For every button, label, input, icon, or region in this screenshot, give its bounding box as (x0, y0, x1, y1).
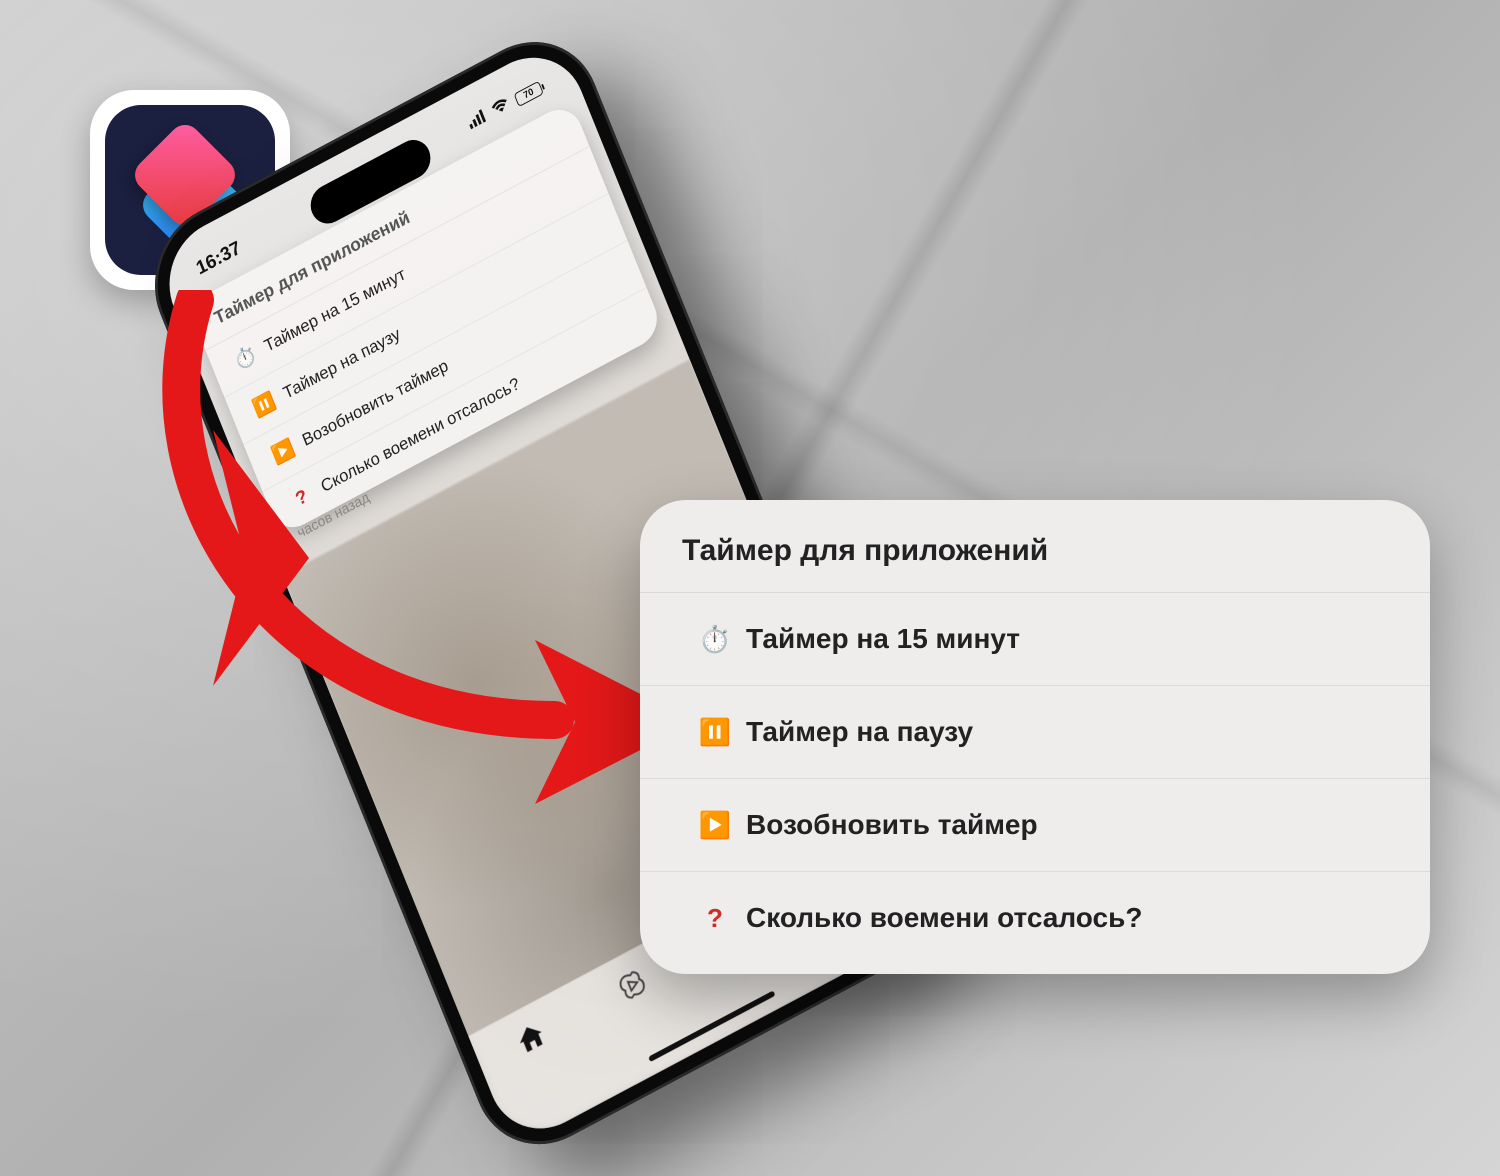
callout-item[interactable]: ⏸️ Таймер на паузу (640, 686, 1430, 779)
callout-item[interactable]: ? Сколько воемени отсалось? (640, 872, 1430, 974)
pause-icon: ⏸️ (248, 388, 280, 422)
question-icon: ? (698, 903, 732, 934)
tab-shorts[interactable] (615, 965, 653, 1011)
stopwatch-icon: ⏱️ (229, 341, 261, 375)
callout-item-label: Возобновить таймер (746, 809, 1038, 841)
callout-item[interactable]: ▶️ Возобновить таймер (640, 779, 1430, 872)
question-icon: ? (286, 482, 317, 514)
wifi-icon (489, 95, 512, 120)
callout-item-label: Таймер на паузу (746, 716, 973, 748)
battery-level: 70 (522, 86, 535, 101)
callout-item-label: Таймер на 15 минут (746, 623, 1020, 655)
signal-icon (466, 108, 489, 133)
play-icon: ▶️ (698, 810, 732, 841)
callout-item[interactable]: ⏱️ Таймер на 15 минут (640, 593, 1430, 686)
battery-icon: 70 (513, 80, 543, 106)
tab-home[interactable] (513, 1019, 550, 1063)
status-time: 16:37 (193, 237, 244, 280)
callout-item-label: Сколько воемени отсалось? (746, 902, 1142, 934)
pause-icon: ⏸️ (698, 717, 732, 748)
stopwatch-icon: ⏱️ (698, 624, 732, 655)
callout-popup: Таймер для приложений ⏱️ Таймер на 15 ми… (640, 500, 1430, 974)
callout-title: Таймер для приложений (640, 500, 1430, 593)
play-icon: ▶️ (267, 435, 299, 469)
